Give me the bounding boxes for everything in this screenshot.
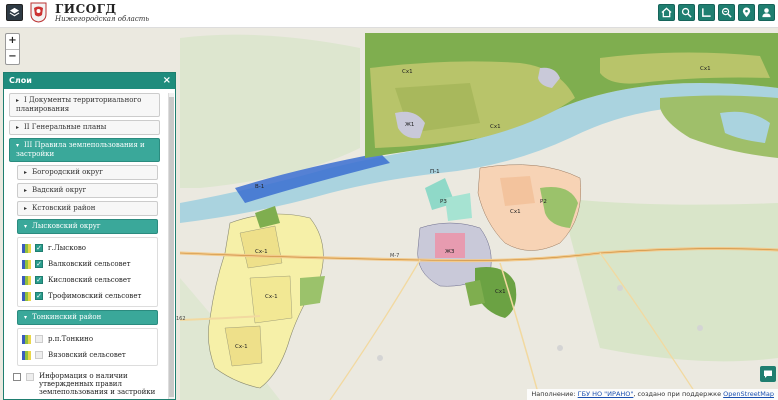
land-use-subgroups: ▸ Богородский округ ▸ Вадский округ ▸ Кстов… — [17, 165, 158, 366]
app-subtitle: Нижегородская область — [55, 15, 150, 23]
app-header: ГИСОГД Нижегородская область — [0, 0, 778, 28]
zone-label: Сх-1 — [265, 294, 278, 300]
subgroup-kstovsky[interactable]: ▸ Кстовский район — [17, 201, 158, 216]
zoom-in-button[interactable]: + — [6, 34, 19, 49]
attribution-osm-link[interactable]: OpenStreetMap — [723, 390, 774, 398]
chevron-right-icon: ▸ — [24, 187, 28, 194]
subgroup-lyskovsky[interactable]: ▾ Лысковский округ — [17, 219, 158, 234]
layers-icon — [9, 7, 20, 17]
search-plot-icon — [721, 7, 732, 18]
legend-icon — [22, 243, 31, 253]
search-icon — [681, 7, 692, 18]
zone-label: В-1 — [255, 184, 264, 190]
chevron-right-icon: ▸ — [24, 169, 28, 176]
scrollbar-thumb[interactable] — [169, 97, 174, 397]
zone-label: Сх1 — [510, 209, 521, 215]
layer-checkbox[interactable] — [13, 373, 21, 381]
measure-icon — [702, 8, 711, 17]
layers-panel: Слои × ▸ I Документы территориального пла… — [3, 72, 176, 400]
chevron-right-icon: ▸ — [16, 124, 20, 131]
layer-checkbox[interactable] — [35, 276, 43, 284]
road-label-162: 162 — [176, 316, 186, 322]
zone-label: Сх1 — [490, 124, 501, 130]
chevron-down-icon: ▾ — [16, 142, 20, 149]
search-plot-button[interactable] — [718, 4, 735, 21]
chevron-right-icon: ▸ — [24, 205, 28, 212]
layers-toggle-button[interactable] — [6, 4, 23, 21]
user-button[interactable] — [758, 4, 775, 21]
home-icon — [661, 7, 672, 18]
attribution-org-link[interactable]: ГБУ НО "ИРАНО" — [578, 390, 634, 398]
layer-row[interactable]: Кисловский сельсовет — [18, 272, 157, 288]
layer-checkbox[interactable] — [35, 292, 43, 300]
zone-label: П-1 — [430, 169, 440, 175]
location-button[interactable] — [738, 4, 755, 21]
home-button[interactable] — [658, 4, 675, 21]
layer-row[interactable]: Трофимовский сельсовет — [18, 288, 157, 304]
layer-group-general-plans[interactable]: ▸ II Генеральные планы — [9, 120, 160, 135]
layer-checkbox-secondary — [26, 373, 34, 381]
zone-label: Сх1 — [700, 66, 711, 72]
legend-icon — [22, 334, 31, 344]
layer-checkbox[interactable] — [35, 351, 43, 359]
layers-panel-body: ▸ I Документы территориального планирован… — [4, 89, 165, 399]
layer-row[interactable]: р.п.Тонкино — [18, 331, 157, 347]
layer-row[interactable]: Вязовский сельсовет — [18, 347, 157, 363]
close-icon[interactable]: × — [163, 75, 171, 86]
subgroup-bogorodsky[interactable]: ▸ Богородский округ — [17, 165, 158, 180]
layer-group-land-use[interactable]: ▾ III Правила землепользования и застройк… — [9, 138, 160, 162]
layers-panel-header: Слои × — [4, 73, 175, 89]
legend-icon — [22, 291, 31, 301]
feedback-button[interactable] — [760, 366, 776, 382]
zone-label: Сх1 — [495, 289, 506, 295]
zoom-out-button[interactable]: − — [6, 49, 19, 64]
zone-label: Сх1 — [402, 69, 413, 75]
zone-label: Сх-1 — [255, 249, 268, 255]
legend-icon — [22, 259, 31, 269]
region-crest-icon — [30, 2, 47, 23]
chevron-right-icon: ▸ — [16, 97, 20, 104]
layer-group-territorial[interactable]: ▸ I Документы территориального планирован… — [9, 93, 160, 117]
legend-icon — [22, 350, 31, 360]
panel-scrollbar[interactable] — [168, 93, 174, 399]
user-icon — [762, 8, 771, 18]
legend-icon — [22, 275, 31, 285]
chevron-down-icon: ▾ — [24, 223, 28, 230]
layer-row[interactable]: Валковский сельсовет — [18, 256, 157, 272]
subgroup-tonkinsky[interactable]: ▾ Тонкинский район — [17, 310, 158, 325]
layer-checkbox[interactable] — [35, 260, 43, 268]
location-icon — [742, 7, 751, 18]
subgroup-vadsky[interactable]: ▸ Вадский округ — [17, 183, 158, 198]
zone-label: Р2 — [540, 199, 547, 205]
road-label-m7: М-7 — [390, 253, 399, 259]
layer-row[interactable]: г.Лысково — [18, 240, 157, 256]
zone-label: Сх-1 — [235, 344, 248, 350]
zone-label: Р3 — [440, 199, 447, 205]
zoom-control: + − — [5, 33, 20, 65]
zone-label: Ж1 — [405, 122, 414, 128]
layer-checkbox[interactable] — [35, 244, 43, 252]
chevron-down-icon: ▾ — [24, 314, 28, 321]
map-attribution: Наполнение: ГБУ НО "ИРАНО", создано при … — [527, 389, 778, 400]
measure-button[interactable] — [698, 4, 715, 21]
zone-label: ЖЗ — [445, 249, 455, 255]
info-approved-rules-row[interactable]: Информация о наличии утвержденных правил… — [9, 372, 160, 396]
chat-icon — [764, 370, 772, 378]
layers-panel-title: Слои — [9, 76, 32, 85]
lyskovsky-layers: г.Лысково Валковский сельсовет Кисловски… — [17, 237, 158, 307]
app-title: ГИСОГД — [55, 2, 117, 16]
layer-checkbox[interactable] — [35, 335, 43, 343]
search-button[interactable] — [678, 4, 695, 21]
tonkinsky-layers: р.п.Тонкино Вязовский сельсовет — [17, 328, 158, 366]
